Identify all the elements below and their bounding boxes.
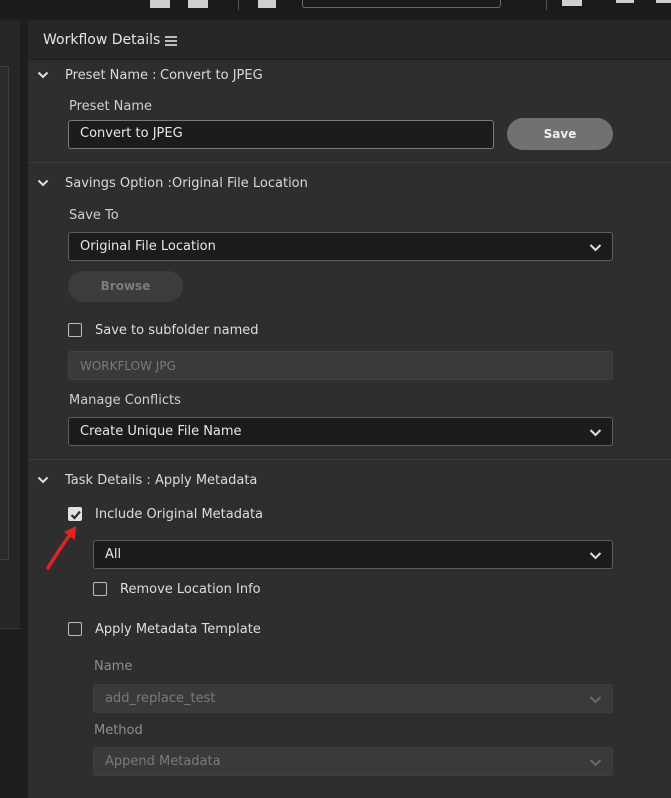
include-metadata-label[interactable]: Include Original Metadata [95,507,263,522]
chevron-down-icon [589,244,602,252]
toolbar-menu-icon[interactable] [656,0,671,3]
method-dropdown[interactable]: Append Metadata [93,747,613,776]
savings-section-label[interactable]: Savings Option : [65,176,172,191]
task-section-value: Apply Metadata [155,473,258,488]
toolbar-list-icon[interactable] [188,0,208,8]
toolbar-minimize-icon[interactable] [616,0,634,3]
template-name-value: add_replace_test [105,691,216,706]
preset-name-input[interactable]: Convert to JPEG [68,120,494,149]
manage-conflicts-value: Create Unique File Name [80,424,242,439]
chevron-down-icon[interactable] [37,69,49,81]
apply-template-checkbox[interactable] [68,622,82,636]
browse-button[interactable]: Browse [68,271,183,302]
task-section-label[interactable]: Task Details : [65,473,151,488]
checkmark-icon [70,510,81,520]
template-name-dropdown[interactable]: add_replace_test [93,684,613,713]
save-to-value: Original File Location [80,239,216,254]
preset-section-label[interactable]: Preset Name : [65,68,157,83]
remove-location-label[interactable]: Remove Location Info [120,582,261,597]
template-name-label: Name [94,659,133,674]
save-to-dropdown[interactable]: Original File Location [68,232,613,261]
chevron-down-icon [589,429,602,437]
save-to-label: Save To [69,208,119,223]
method-value: Append Metadata [105,754,221,769]
chevron-down-icon [589,696,602,704]
save-button[interactable]: Save [507,118,613,150]
subfolder-label[interactable]: Save to subfolder named [95,323,258,338]
method-label: Method [94,723,143,738]
preset-name-label: Preset Name [69,99,153,114]
red-arrow-annotation [46,526,76,570]
toolbar-search-field[interactable] [302,0,501,8]
panel-menu-icon[interactable] [165,36,177,46]
metadata-scope-value: All [105,547,122,562]
toolbar-separator [546,0,547,10]
left-pane-bottom [0,628,21,798]
panel-title: Workflow Details [43,32,161,48]
chevron-down-icon [589,552,602,560]
chevron-down-icon[interactable] [37,177,49,189]
subfolder-checkbox[interactable] [68,323,82,337]
manage-conflicts-dropdown[interactable]: Create Unique File Name [68,417,613,446]
top-toolbar [0,0,671,18]
toolbar-history-icon[interactable] [562,0,582,6]
toolbar-separator [238,0,239,10]
preset-section-value: Convert to JPEG [160,68,263,83]
section-divider [28,459,671,460]
savings-section-value: Original File Location [172,176,308,191]
apply-template-label[interactable]: Apply Metadata Template [95,622,261,637]
chevron-down-icon [589,759,602,767]
toolbar-grid-icon[interactable] [150,0,170,8]
subfolder-name-input[interactable]: WORKFLOW JPG [68,351,613,380]
section-divider [28,162,671,163]
chevron-down-icon[interactable] [37,474,49,486]
toolbar-rotate-icon[interactable] [258,0,276,8]
metadata-scope-dropdown[interactable]: All [93,540,613,569]
left-pane-content [0,66,9,560]
remove-location-checkbox[interactable] [93,582,107,596]
manage-conflicts-label: Manage Conflicts [69,393,181,408]
include-metadata-checkbox[interactable] [68,507,82,521]
